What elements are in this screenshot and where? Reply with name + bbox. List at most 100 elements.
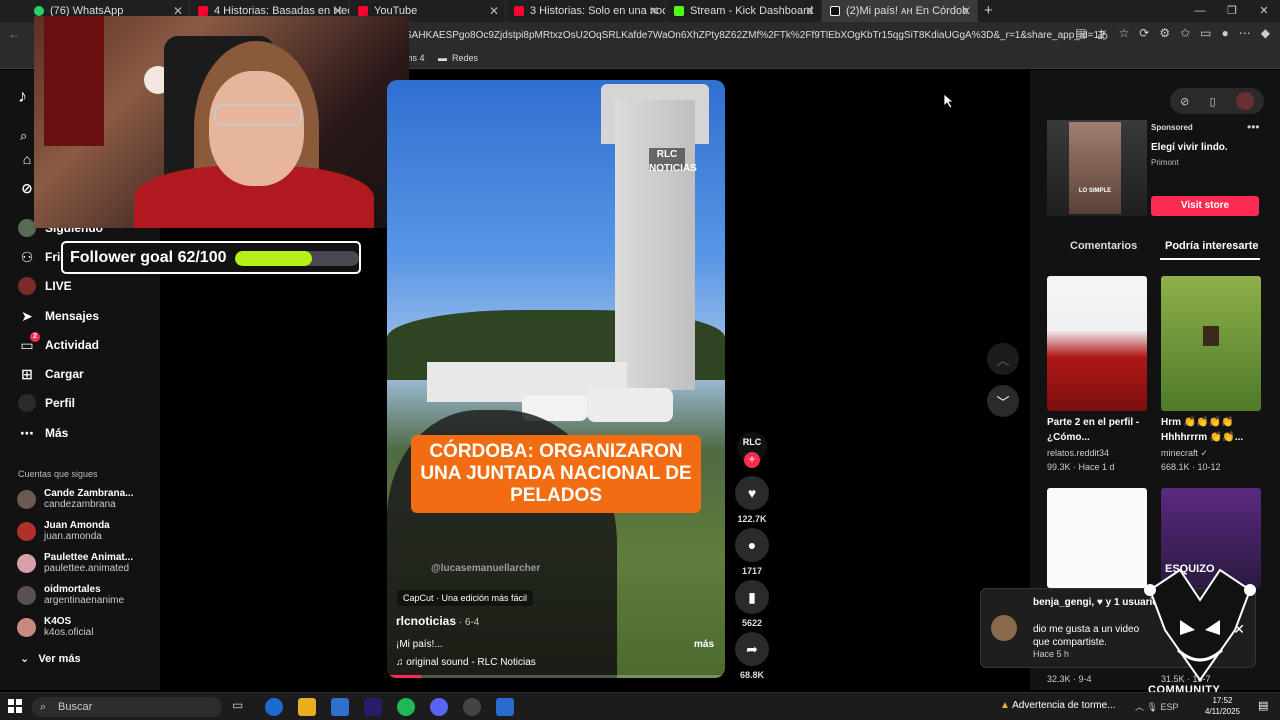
wallet-icon[interactable]: ▭: [1200, 26, 1211, 43]
favorite-star-icon[interactable]: ☆: [1119, 26, 1130, 43]
recommended-meta: 99.3K · Hace 1 d: [1047, 462, 1115, 472]
follow-plus-icon[interactable]: +: [744, 452, 760, 468]
weather-widget[interactable]: ▲ Advertencia de torme...: [1000, 700, 1116, 711]
refresh-icon[interactable]: ⟳: [1139, 26, 1149, 43]
save-button[interactable]: ▮: [735, 580, 769, 614]
reader-icon[interactable]: ▤: [1075, 26, 1086, 43]
task-view-icon[interactable]: ▭: [232, 698, 250, 716]
water-tower: [615, 100, 695, 390]
sidebar-item-label: Actividad: [45, 338, 100, 352]
video-player[interactable]: RLC NOTICIAS CÓRDOBA: ORGANIZARON UNA JU…: [387, 80, 725, 678]
back-icon[interactable]: ←: [8, 27, 20, 41]
comment-button[interactable]: ●: [735, 528, 769, 562]
app-icon[interactable]: [496, 698, 514, 716]
tiktok-logo[interactable]: ♪: [18, 86, 27, 107]
close-tab-icon[interactable]: ✕: [805, 4, 815, 18]
copilot-icon[interactable]: ◆: [1261, 26, 1270, 43]
tab-historias-2[interactable]: 3 Historias: Solo en una noche Il ✕: [506, 0, 666, 22]
spotify-icon[interactable]: [397, 698, 415, 716]
tab-comments[interactable]: Comentarios: [1070, 240, 1137, 252]
tab-kick[interactable]: Stream - Kick Dashboard ✕: [666, 0, 822, 22]
close-window-icon[interactable]: ✕: [1248, 0, 1280, 22]
close-tab-icon[interactable]: ✕: [489, 4, 499, 18]
sidebar-item-profile[interactable]: Perfil: [18, 394, 75, 412]
file-explorer-icon[interactable]: [298, 698, 316, 716]
url-field[interactable]: SAHKAESPgo8Oc9Zjdstpi8pMRtxzOsU2OqSRLKaf…: [405, 26, 1105, 45]
recommended-caption[interactable]: Parte 2 en el perfil - ¿Cómo...: [1047, 415, 1147, 445]
notification-center-icon[interactable]: ▤: [1258, 699, 1268, 712]
sidebar-item-activity[interactable]: ▭ 2 Actividad: [18, 332, 100, 354]
bookmark-icon: ▮: [748, 588, 756, 605]
profile-icon: [18, 394, 36, 412]
youtube-icon: [198, 6, 208, 16]
store-icon[interactable]: [331, 698, 349, 716]
taskbar-search-label: Buscar: [58, 701, 93, 713]
follower-goal-track: [235, 251, 359, 266]
sidebar-item-messages[interactable]: ➤ Mensajes: [18, 307, 99, 325]
tab-recommended[interactable]: Podría interesarte: [1165, 240, 1259, 252]
activity-badge: 2: [30, 332, 40, 342]
recommended-author[interactable]: relatos.reddit34: [1047, 448, 1109, 458]
next-video-button[interactable]: ﹀: [987, 385, 1019, 417]
taskbar-search[interactable]: ⌕ Buscar: [32, 697, 222, 717]
obs-icon[interactable]: [463, 698, 481, 716]
tab-tiktok[interactable]: (2)Mi país! ᴀʜ En Córdob ✕: [822, 0, 978, 22]
share-button[interactable]: ➦: [735, 632, 769, 666]
bookmark-folder-icon: ▬: [438, 53, 447, 63]
windows-start-icon[interactable]: [8, 699, 22, 713]
video-progress-bar[interactable]: [387, 675, 725, 678]
edge-icon[interactable]: [265, 698, 283, 716]
like-button[interactable]: ♥: [735, 476, 769, 510]
user-avatar[interactable]: [1235, 92, 1254, 110]
previous-video-button[interactable]: ︿: [987, 343, 1019, 375]
recommended-author[interactable]: minecraft ✓: [1161, 448, 1208, 459]
capcut-badge[interactable]: CapCut · Una edición más fácil: [397, 590, 534, 606]
taskbar-clock[interactable]: 17:52 4/11/2025: [1205, 695, 1240, 717]
ad-thumbnail[interactable]: LO SIMPLE: [1047, 120, 1147, 216]
phone-icon[interactable]: ▯: [1210, 95, 1216, 108]
recommended-video-thumb[interactable]: [1161, 276, 1261, 411]
following-account[interactable]: Juan Amonda juan.amonda: [17, 520, 110, 542]
sidebar-item-upload[interactable]: ⊞ Cargar: [18, 365, 84, 383]
recommended-caption[interactable]: Hrm 👏👏👏👏 Hhhhrrrm 👏👏...: [1161, 415, 1261, 445]
video-author[interactable]: rlcnoticias · 6-4: [396, 614, 479, 628]
premiere-icon[interactable]: [364, 698, 382, 716]
notification-time: Hace 5 h: [1033, 649, 1070, 659]
visit-store-button[interactable]: Visit store: [1151, 196, 1259, 216]
menu-icon[interactable]: ⋯: [1239, 26, 1251, 43]
new-tab-icon[interactable]: +: [984, 2, 993, 19]
recommended-video-thumb[interactable]: [1047, 488, 1147, 588]
system-tray[interactable]: ︿ 🎙 ESP: [1135, 700, 1179, 713]
close-tab-icon[interactable]: ✕: [961, 4, 971, 18]
discord-icon[interactable]: [430, 698, 448, 716]
ad-options-icon[interactable]: •••: [1247, 120, 1260, 134]
sidebar-item-live[interactable]: LIVE: [18, 277, 72, 295]
kick-icon: [674, 6, 684, 16]
translate-icon[interactable]: あ: [1097, 26, 1109, 43]
following-account[interactable]: Paulettee Animat... paulettee.animated: [17, 552, 133, 574]
following-account[interactable]: Cande Zambrana... candezambrana: [17, 488, 133, 510]
recommended-video-thumb[interactable]: [1047, 276, 1147, 411]
collections-icon[interactable]: ✩: [1180, 26, 1190, 43]
tab-title: (2)Mi país! ᴀʜ En Córdob: [846, 5, 969, 17]
minimize-icon[interactable]: —: [1184, 0, 1216, 22]
wall-poster: [44, 16, 104, 146]
see-more-button[interactable]: ⌄ Ver más: [20, 652, 81, 665]
maximize-icon[interactable]: ❐: [1216, 0, 1248, 22]
window-controls: — ❐ ✕: [1184, 0, 1280, 22]
video-sound[interactable]: ♫ original sound - RLC Noticias: [396, 657, 536, 668]
tab-title: 3 Historias: Solo en una noche Il: [530, 5, 665, 17]
bookmark-item[interactable]: Redes: [452, 53, 478, 63]
comment-count: 1717: [741, 566, 763, 576]
chevron-down-icon: ﹀: [996, 394, 1010, 410]
following-account[interactable]: K4OS k4os.oficial: [17, 616, 93, 638]
video-more-button[interactable]: más: [694, 639, 714, 650]
extensions-icon[interactable]: ⚙: [1159, 26, 1170, 43]
following-account[interactable]: oidmortales argentinaenanime: [17, 584, 124, 606]
sidebar-item-more[interactable]: ⋯ Más: [18, 424, 68, 442]
active-tab-indicator: [1160, 258, 1260, 260]
compass-icon[interactable]: ⊘: [1180, 95, 1189, 108]
close-tab-icon[interactable]: ✕: [649, 4, 659, 18]
search-icon[interactable]: ⌕: [20, 128, 27, 144]
profile-icon[interactable]: ●: [1222, 26, 1229, 43]
